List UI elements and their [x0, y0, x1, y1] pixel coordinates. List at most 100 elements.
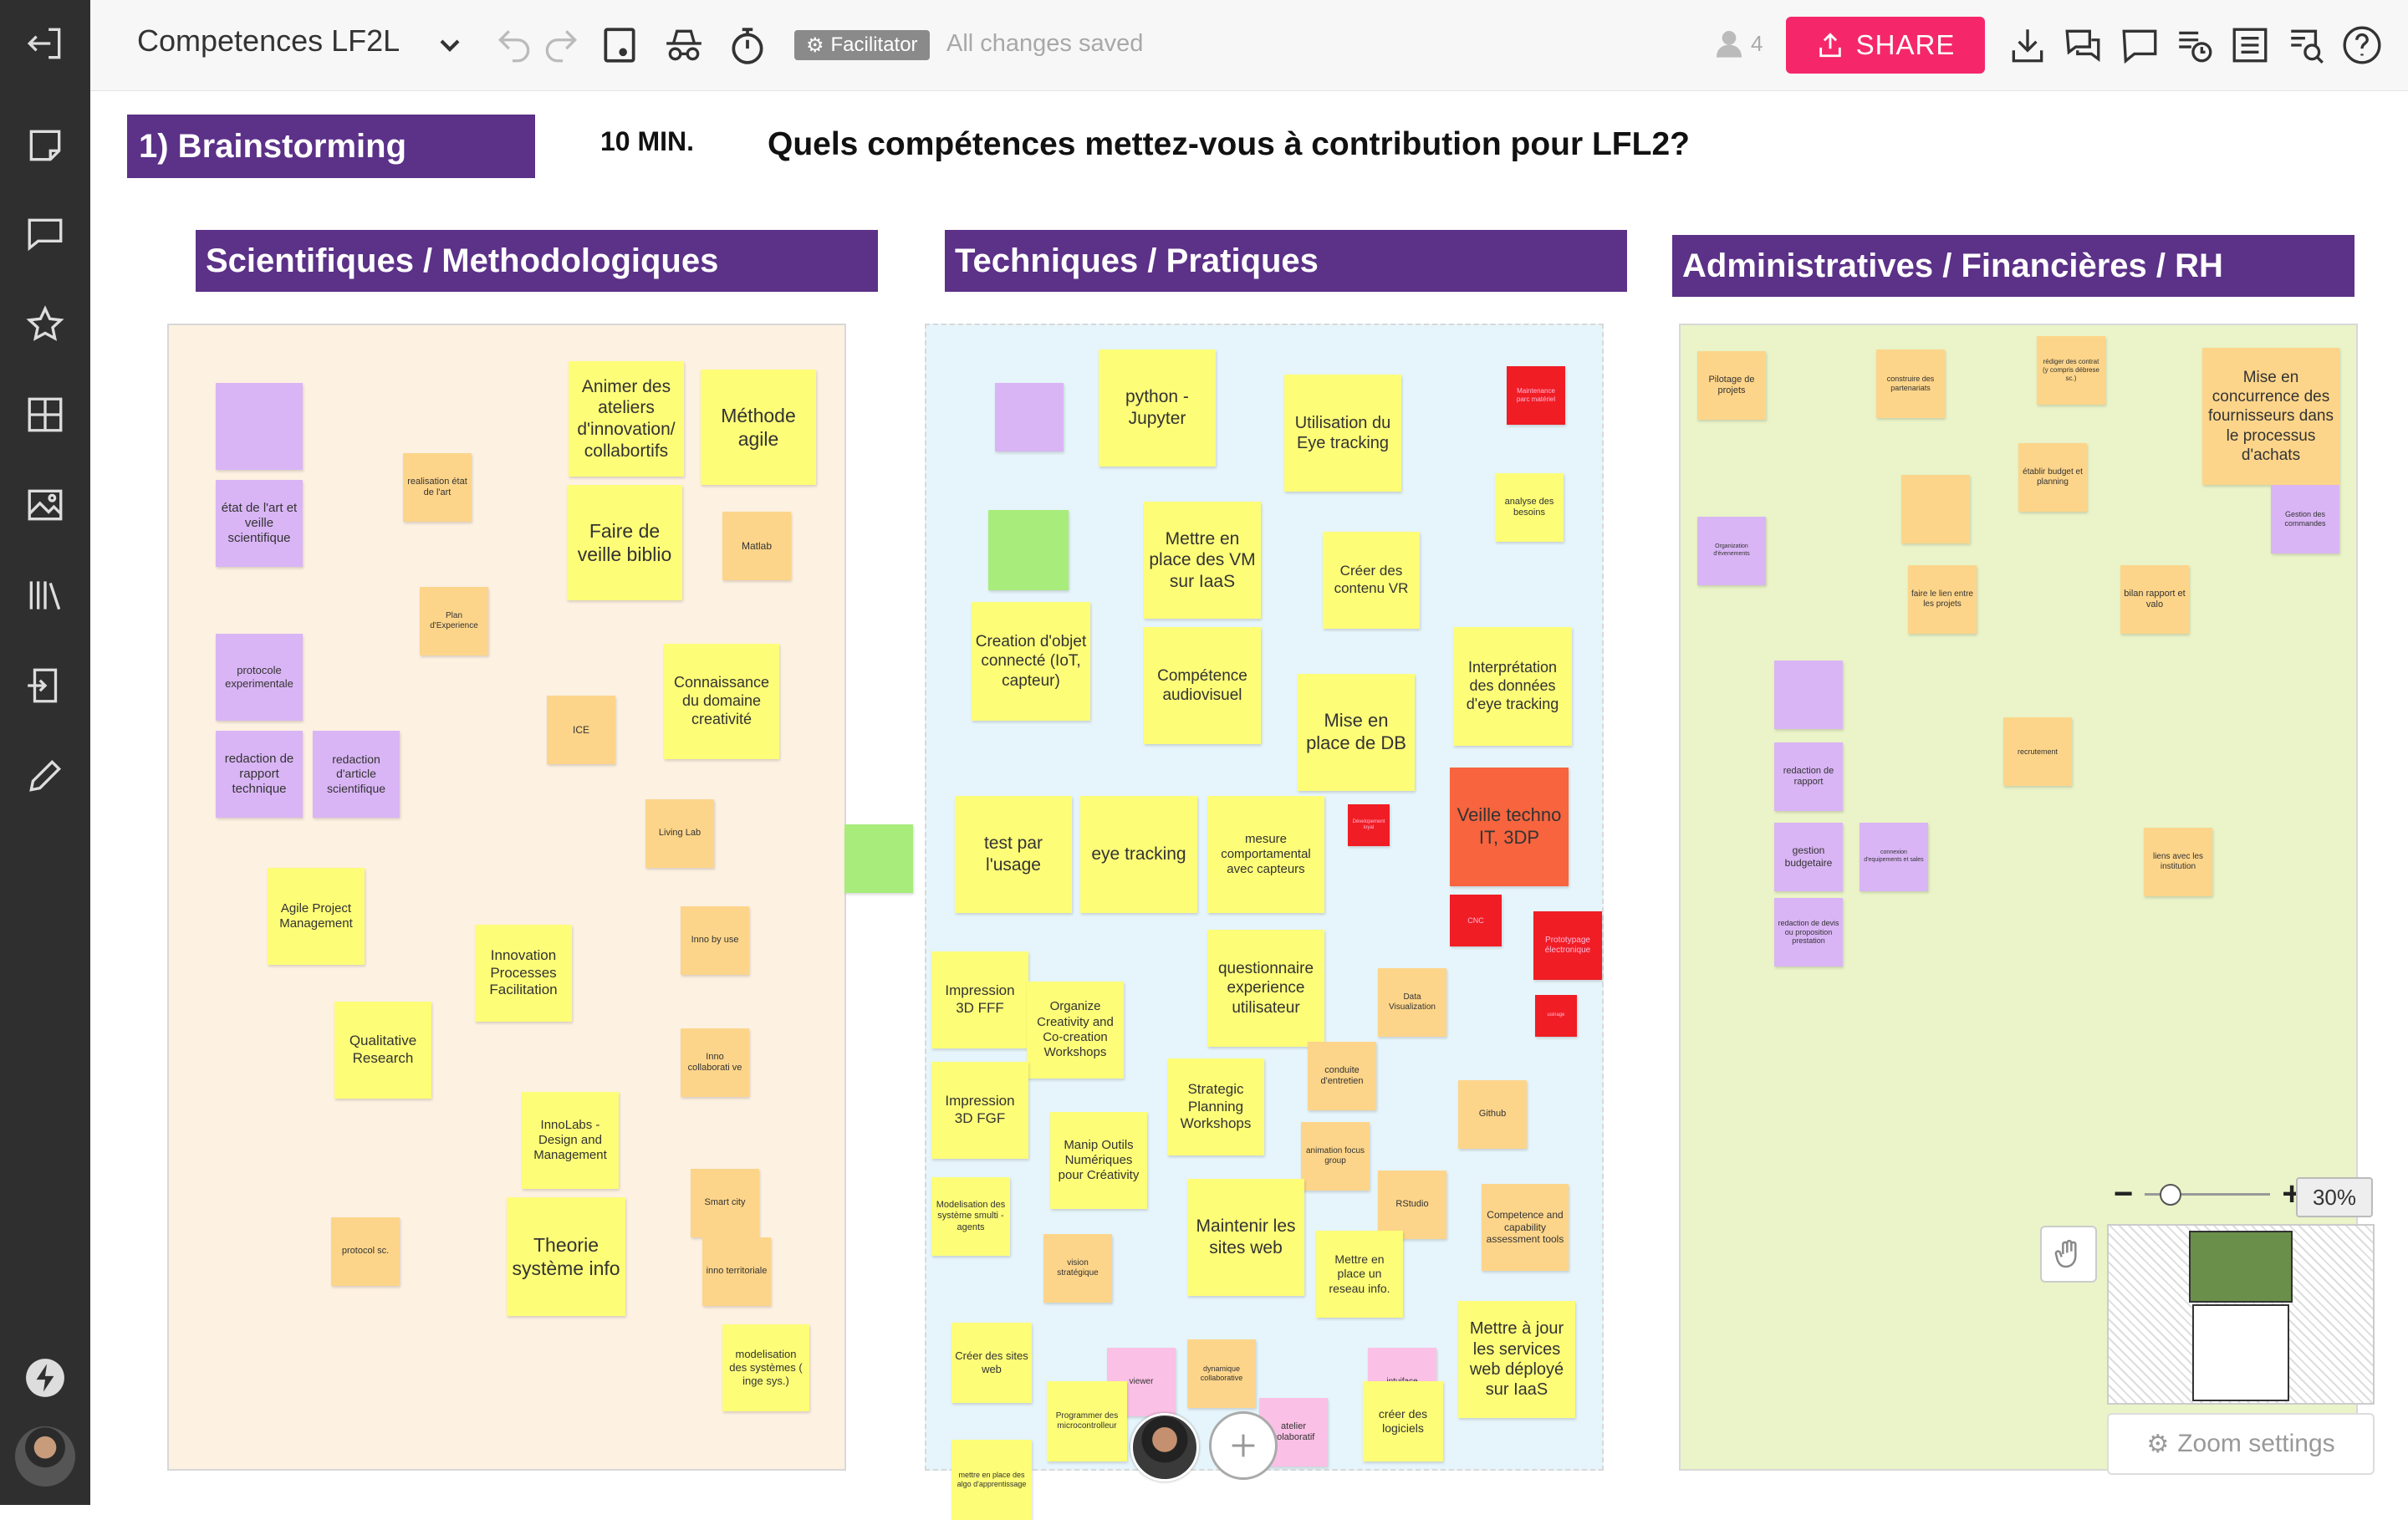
library-icon[interactable]: [20, 570, 70, 620]
sticky-note[interactable]: Organize Creativity and Co-creation Work…: [1027, 982, 1124, 1079]
sticky-note[interactable]: Mettre à jour les services web déployé s…: [1458, 1301, 1575, 1418]
activity-log-icon[interactable]: [2172, 22, 2217, 69]
sticky-note[interactable]: analyse des besoins: [1495, 473, 1564, 542]
sticky-note[interactable]: Impression 3D FFF: [931, 951, 1028, 1048]
sticky-note[interactable]: Theorie système info: [507, 1197, 625, 1316]
sticky-note[interactable]: Utilisation du Eye tracking: [1284, 375, 1401, 492]
download-icon[interactable]: [2005, 22, 2050, 69]
user-avatar[interactable]: [15, 1426, 75, 1487]
sticky-note[interactable]: usinage: [1535, 995, 1577, 1037]
sticky-note[interactable]: redaction de devis ou proposition presta…: [1774, 898, 1843, 967]
sticky-note[interactable]: protocol sc.: [331, 1217, 400, 1286]
sticky-note[interactable]: test par l'usage: [955, 796, 1072, 913]
step-label[interactable]: 1) Brainstorming: [127, 115, 535, 178]
incognito-icon[interactable]: [661, 22, 707, 69]
sticky-note[interactable]: animation focus group: [1301, 1122, 1370, 1191]
hand-icon[interactable]: [2040, 1226, 2097, 1283]
zoom-handle[interactable]: [2160, 1184, 2182, 1206]
sticky-note[interactable]: recrutement: [2003, 717, 2072, 786]
sticky-note[interactable]: Créer des sites web: [951, 1323, 1032, 1403]
pencil-icon[interactable]: [20, 751, 70, 801]
sticky-note[interactable]: Interprétation des données d'eye trackin…: [1453, 627, 1572, 746]
exit-icon[interactable]: [20, 18, 70, 69]
sticky-note[interactable]: Modelisation des système smulti -agents: [931, 1177, 1010, 1256]
chevron-down-icon[interactable]: [433, 22, 467, 69]
sticky-note[interactable]: conduite d'entretien: [1308, 1042, 1376, 1110]
facilitator-badge[interactable]: ⚙ Facilitator: [794, 30, 930, 60]
sticky-note[interactable]: Impression 3D FGF: [931, 1062, 1028, 1159]
undo-icon[interactable]: [493, 22, 535, 69]
zoom-percentage[interactable]: 30%: [2296, 1177, 2373, 1217]
sticky-note[interactable]: ICE: [547, 696, 615, 764]
sticky-note[interactable]: [995, 383, 1064, 451]
sticky-note[interactable]: Mettre en place des VM sur IaaS: [1144, 502, 1261, 619]
sticky-note[interactable]: Living Lab: [645, 799, 714, 868]
zoom-track[interactable]: [2145, 1184, 2271, 1206]
column-header-technical[interactable]: Techniques / Pratiques: [945, 230, 1627, 292]
board-canvas[interactable]: 1) Brainstorming 10 MIN. Quels compétenc…: [90, 91, 2408, 1520]
board-title[interactable]: Competences LF2L: [137, 23, 400, 59]
sticky-note[interactable]: Prototypage électronique: [1533, 911, 1602, 980]
zoom-settings-button[interactable]: ⚙ Zoom settings: [2107, 1413, 2375, 1475]
import-icon[interactable]: [20, 661, 70, 711]
sticky-note[interactable]: Competence and capability assessment too…: [1482, 1184, 1569, 1271]
sticky-note[interactable]: protocole experimentale: [216, 634, 303, 721]
comment-icon[interactable]: [20, 209, 70, 259]
sticky-note[interactable]: construire des partenariats: [1876, 349, 1945, 418]
sticky-note[interactable]: RStudio: [1378, 1171, 1446, 1239]
collaborator-avatar[interactable]: [1130, 1413, 1199, 1482]
outline-icon[interactable]: [2227, 22, 2273, 69]
sticky-note[interactable]: Qualitative Research: [334, 1002, 431, 1099]
column-header-admin[interactable]: Administratives / Financières / RH: [1672, 235, 2354, 297]
sticky-note[interactable]: [844, 824, 913, 893]
sticky-note[interactable]: état de l'art et veille scientifique: [216, 480, 303, 567]
sticky-note[interactable]: Maintenir les sites web: [1187, 1179, 1304, 1296]
sticky-note[interactable]: Agile Project Management: [268, 868, 365, 965]
sticky-note[interactable]: mesure comportamental avec capteurs: [1207, 796, 1324, 913]
sticky-note[interactable]: gestion budgetaire: [1774, 823, 1843, 891]
sticky-note[interactable]: Innovation Processes Facilitation: [475, 925, 572, 1022]
sticky-note[interactable]: Smart city: [691, 1169, 759, 1237]
minimap[interactable]: [2107, 1224, 2375, 1405]
share-button[interactable]: SHARE: [1786, 17, 1985, 74]
sticky-note[interactable]: eye tracking: [1080, 796, 1197, 913]
sticky-note[interactable]: Programmer des microcontrolleur: [1047, 1381, 1127, 1461]
image-icon[interactable]: [20, 480, 70, 530]
sticky-note[interactable]: rédiger des contrat (y compris débrese s…: [2037, 336, 2105, 405]
sticky-note[interactable]: Dévelopement loyal: [1348, 804, 1390, 846]
sticky-note[interactable]: Data Visualization: [1378, 968, 1446, 1037]
sticky-note[interactable]: Strategic Planning Workshops: [1167, 1058, 1264, 1155]
sticky-note[interactable]: [1774, 661, 1843, 729]
sticky-note[interactable]: Mise en concurrence des fournisseurs dan…: [2202, 348, 2339, 485]
template-icon[interactable]: [20, 390, 70, 440]
sticky-note[interactable]: Méthode agile: [701, 370, 816, 485]
sticky-note[interactable]: bilan rapport et valo: [2120, 565, 2189, 634]
sticky-note[interactable]: établir budget et planning: [2018, 443, 2087, 512]
sticky-note[interactable]: redaction de rapport: [1774, 742, 1843, 811]
sticky-note[interactable]: Github: [1458, 1080, 1527, 1149]
sticky-note[interactable]: faire le lien entre les projets: [1908, 565, 1977, 634]
sticky-note[interactable]: questionnaire experience utilisateur: [1207, 930, 1324, 1047]
sticky-note[interactable]: [1901, 475, 1970, 543]
sticky-note[interactable]: [988, 510, 1069, 590]
online-users[interactable]: 4: [1712, 27, 1763, 60]
sticky-note[interactable]: CNC: [1450, 895, 1502, 946]
sticky-note[interactable]: python - Jupyter: [1099, 349, 1216, 467]
sticky-note[interactable]: Manip Outils Numériques pour Créativity: [1050, 1112, 1147, 1209]
sticky-note[interactable]: Animer des ateliers d'innovation/ collab…: [569, 361, 684, 477]
sticky-note[interactable]: Maintenance parc matériel: [1507, 366, 1565, 425]
sticky-note[interactable]: Matlab: [722, 512, 791, 580]
sticky-note[interactable]: inno territoriale: [702, 1237, 771, 1306]
lightning-icon[interactable]: [20, 1353, 70, 1403]
chat-icon[interactable]: [2060, 22, 2105, 69]
column-header-scientific[interactable]: Scientifiques / Methodologiques: [196, 230, 878, 292]
zoom-slider[interactable]: − +: [2114, 1176, 2302, 1213]
sticky-note[interactable]: Plan d'Experience: [420, 587, 488, 655]
sticky-note[interactable]: Mise en place de DB: [1298, 674, 1415, 791]
frame-icon[interactable]: [597, 22, 642, 69]
sticky-note[interactable]: realisation état de l'art: [403, 453, 472, 522]
comment-icon[interactable]: [2117, 22, 2162, 69]
sticky-note[interactable]: créer des logiciels: [1363, 1381, 1443, 1461]
zoom-out-icon[interactable]: −: [2114, 1176, 2133, 1213]
minimap-viewport[interactable]: [2189, 1231, 2293, 1303]
